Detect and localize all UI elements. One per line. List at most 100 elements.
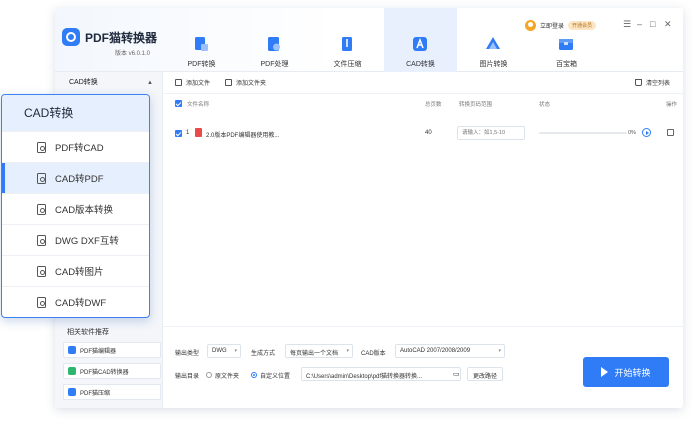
nav-label: 百宝箱	[556, 61, 577, 68]
image-file-icon	[37, 265, 46, 277]
dwg-file-icon	[37, 234, 46, 246]
vip-badge[interactable]: 开通会员	[568, 21, 597, 30]
gen-mode-label: 生成方式	[251, 351, 276, 357]
header: PDF猫转换器 版本 v6.0.1.0 PDF转换 PDF处理 文件压缩 CAD…	[55, 8, 683, 72]
nav-toolbox[interactable]: 百宝箱	[530, 8, 603, 72]
cad-file-icon	[37, 172, 46, 184]
add-folder-label: 添加文件夹	[236, 81, 267, 87]
table-header: 文件名称 总页数 转换页码范围 状态 操作	[163, 96, 683, 112]
compress-icon	[342, 37, 352, 51]
start-convert-label: 开始转换	[614, 367, 651, 378]
menu-item-cad-to-pdf[interactable]: CAD转PDF	[2, 162, 149, 194]
nav-label: 图片转换	[479, 61, 508, 68]
row-checkbox[interactable]	[175, 130, 182, 137]
select-all-checkbox[interactable]	[175, 100, 182, 107]
menu-item-label: CAD转DWF	[55, 298, 107, 309]
cad-version-value: AutoCAD 2007/2008/2009	[400, 348, 471, 354]
add-folder-icon	[225, 79, 232, 86]
nav-compress[interactable]: 文件压缩	[311, 8, 384, 72]
chevron-up-icon[interactable]: ▲	[147, 72, 153, 94]
folder-icon[interactable]: ▭	[453, 370, 460, 378]
play-icon[interactable]	[642, 128, 651, 137]
image-icon	[486, 37, 500, 49]
progress-text: 0%	[628, 130, 636, 136]
add-file-label: 添加文件	[186, 81, 211, 87]
file-name: 2.0版本PDF编辑器使用教...	[206, 133, 280, 139]
table-row[interactable]: 1 2.0版本PDF编辑器使用教... 40 0%	[163, 120, 683, 148]
recommend-title: 相关软件推荐	[67, 329, 109, 336]
nav-pdf-process[interactable]: PDF处理	[238, 8, 311, 72]
menu-item-dwg-dxf[interactable]: DWG DXF互转	[2, 224, 149, 255]
radio-original-label: 原文件夹	[215, 374, 240, 380]
close-icon[interactable]: ✕	[664, 19, 672, 30]
sidebar-header[interactable]: CAD转换 ▲	[55, 72, 163, 94]
toolbox-icon	[559, 39, 573, 50]
nav-image-convert[interactable]: 图片转换	[457, 8, 530, 72]
chevron-down-icon: ▾	[234, 348, 237, 354]
pdf-process-icon	[268, 37, 280, 51]
chevron-down-icon: ▾	[346, 348, 349, 354]
recommend-label: PDF猫CAD转换器	[80, 369, 129, 376]
settings-panel: 输出类型 DWG ▾ 生成方式 每页输出一个文档 ▾ CAD版本 AutoCAD 2…	[163, 326, 683, 408]
pdf-file-icon	[37, 141, 46, 153]
cad-version-label: CAD版本	[361, 351, 386, 357]
gen-mode-select[interactable]: 每页输出一个文档 ▾	[285, 344, 353, 358]
menu-item-pdf-to-cad[interactable]: PDF转CAD	[2, 131, 149, 162]
recommend-label: PDF猫压缩	[80, 390, 111, 397]
menu-item-label: CAD转PDF	[55, 174, 104, 185]
cad-icon	[413, 37, 427, 51]
clear-list-button[interactable]: 清空列表	[635, 78, 670, 87]
nav-cad-convert[interactable]: CAD转换	[384, 8, 457, 72]
output-dir-label: 输出目录	[175, 374, 200, 380]
recommend-label: PDF猫编辑器	[80, 348, 117, 355]
open-folder-icon[interactable]	[667, 129, 674, 136]
dwf-file-icon	[37, 296, 46, 308]
nav-pdf-convert[interactable]: PDF转换	[165, 8, 238, 72]
menu-item-cad-to-dwf[interactable]: CAD转DWF	[2, 286, 149, 317]
nav-label: CAD转换	[406, 61, 435, 68]
cad-converter-icon	[68, 367, 76, 375]
pdf-convert-icon	[195, 37, 208, 51]
change-path-label: 更改路径	[473, 374, 498, 380]
recommend-item-editor[interactable]: PDF猫编辑器	[63, 342, 161, 358]
chevron-down-icon: ▾	[498, 348, 501, 354]
play-icon	[601, 367, 609, 377]
add-file-button[interactable]: 添加文件	[175, 78, 210, 87]
trash-icon	[635, 79, 642, 86]
recommend-item-compress[interactable]: PDF猫压缩	[63, 384, 161, 400]
change-path-button[interactable]: 更改路径	[467, 367, 504, 381]
sidebar-header-label: CAD转换	[69, 79, 98, 86]
maximize-icon[interactable]: □	[650, 19, 655, 29]
pdf-file-icon	[195, 128, 202, 137]
output-type-select[interactable]: DWG ▾	[207, 344, 241, 358]
minimize-icon[interactable]: –	[637, 19, 642, 29]
menu-icon[interactable]: ☰	[623, 19, 631, 30]
cad-version-select[interactable]: AutoCAD 2007/2008/2009 ▾	[395, 344, 505, 358]
add-folder-button[interactable]: 添加文件夹	[225, 78, 266, 87]
app-version: 版本 v6.0.1.0	[115, 51, 151, 57]
radio-original-folder[interactable]	[206, 372, 212, 378]
recommend-item-cad[interactable]: PDF猫CAD转换器	[63, 363, 161, 379]
main-nav: PDF转换 PDF处理 文件压缩 CAD转换 图片转换 百宝箱	[165, 8, 603, 72]
col-status: 状态	[539, 102, 551, 108]
output-type-value: DWG	[212, 348, 227, 354]
pdf-editor-icon	[68, 346, 76, 354]
nav-label: 文件压缩	[333, 61, 362, 68]
page-count: 40	[425, 130, 432, 136]
output-type-label: 输出类型	[175, 351, 200, 357]
menu-item-cad-to-image[interactable]: CAD转图片	[2, 255, 149, 286]
menu-item-label: PDF转CAD	[55, 143, 104, 154]
page-range-input[interactable]	[457, 126, 525, 140]
radio-custom-location[interactable]	[251, 372, 257, 378]
start-convert-button[interactable]: 开始转换	[583, 357, 669, 387]
output-path-value: C:\Users\admin\Desktop\pdf猫转换器转换...	[306, 374, 423, 380]
login-area[interactable]: 立即登录 开通会员	[525, 20, 597, 31]
row-index: 1	[186, 130, 190, 136]
radio-custom-label: 自定义位置	[260, 374, 291, 380]
login-link[interactable]: 立即登录	[540, 21, 564, 30]
menu-item-label: CAD版本转换	[55, 205, 114, 216]
output-path-field[interactable]: C:\Users\admin\Desktop\pdf猫转换器转换...	[301, 367, 461, 381]
menu-item-label: DWG DXF互转	[55, 236, 119, 247]
menu-item-cad-version[interactable]: CAD版本转换	[2, 193, 149, 224]
avatar[interactable]	[525, 20, 536, 31]
